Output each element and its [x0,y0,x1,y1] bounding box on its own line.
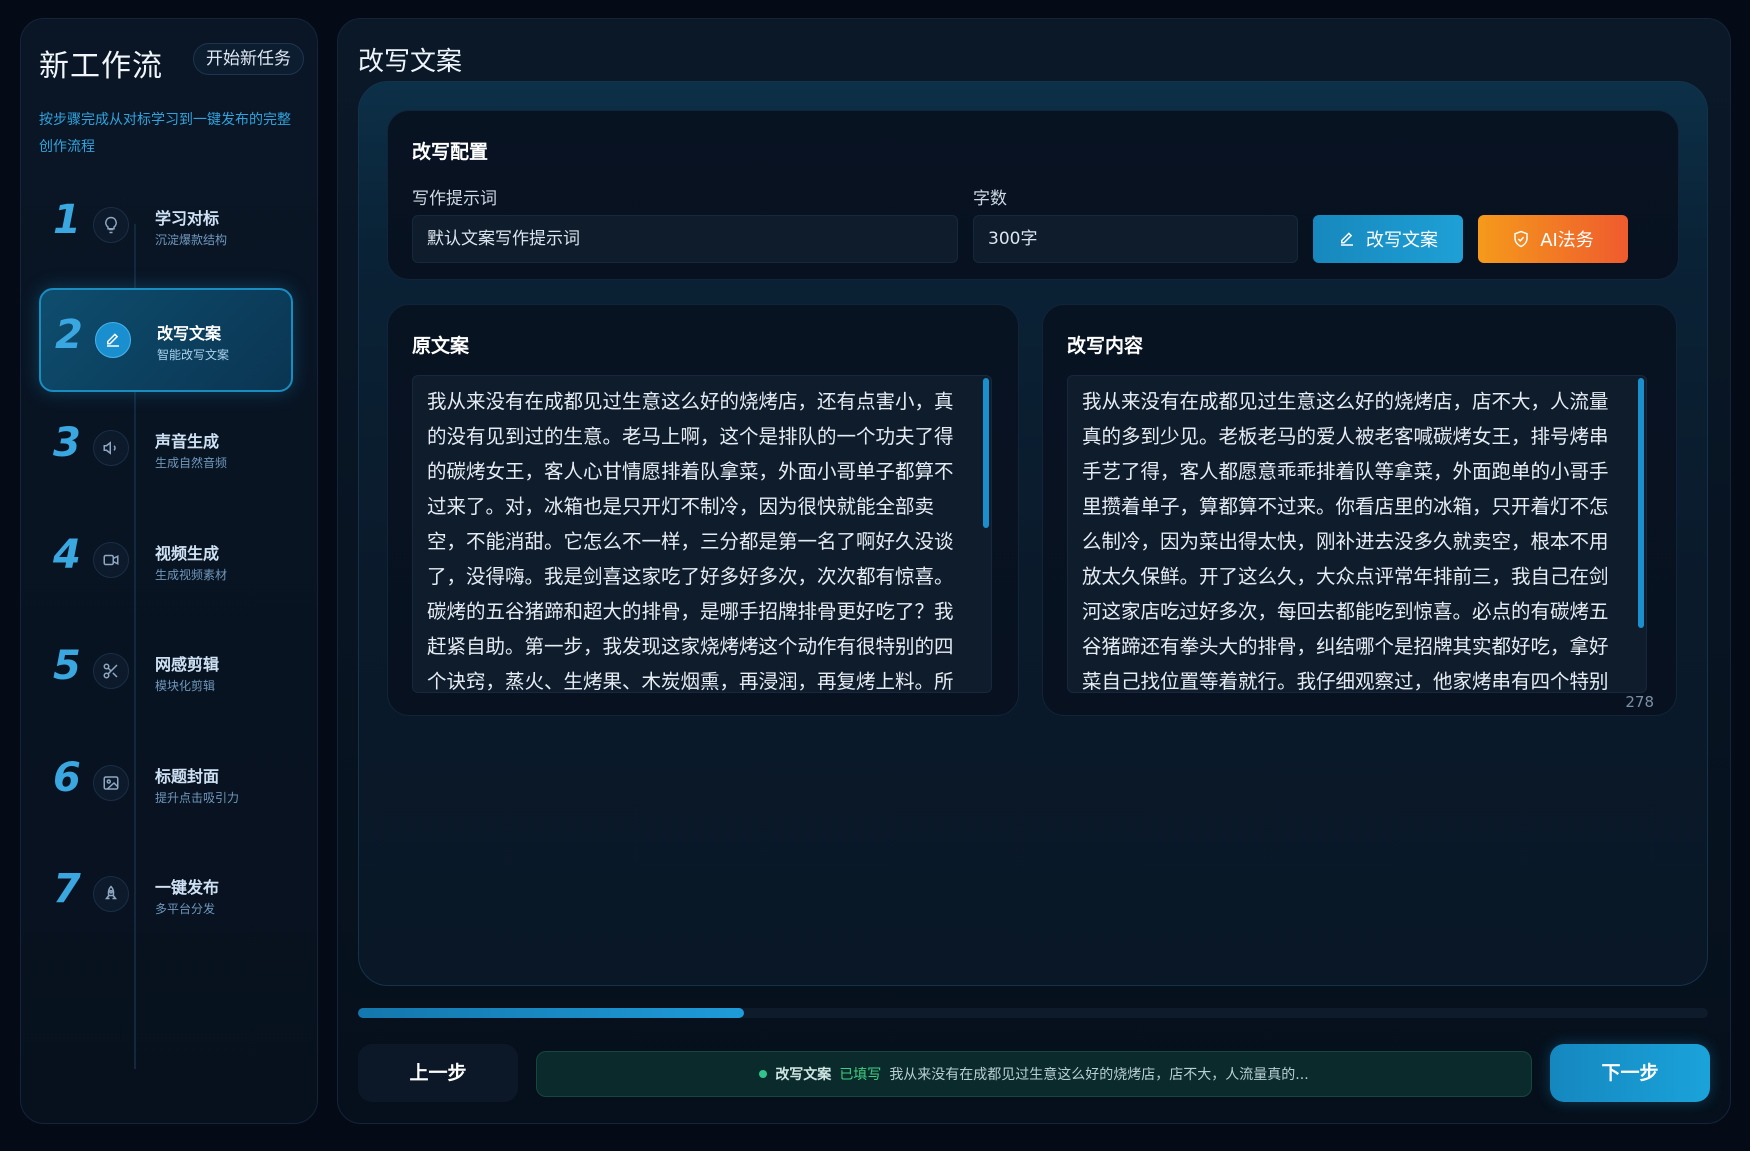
main-content: 改写文案 改写配置 写作提示词 默认文案写作提示词 字数 300字 改写文案 A… [337,18,1731,1124]
status-preview-text: 我从来没有在成都见过生意这么好的烧烤店，店不大，人流量真的... [889,1067,1309,1083]
step-publish[interactable]: 7 一键发布 多平台分发 [39,842,293,946]
new-task-button[interactable]: 开始新任务 [193,43,304,75]
status-state: 已填写 [839,1067,882,1083]
char-count: 278 [1625,693,1654,711]
step-number: 1 [53,197,81,243]
rewritten-textarea[interactable]: 我从来没有在成都见过生意这么好的烧烤店，店不大，人流量真的多到少见。老板老马的爱… [1067,375,1647,693]
step-label: 视频生成 [155,544,220,563]
rewritten-text: 我从来没有在成都见过生意这么好的烧烤店，店不大，人流量真的多到少见。老板老马的爱… [1082,390,1609,693]
step-label: 声音生成 [155,432,220,451]
word-count-input[interactable]: 300字 [973,215,1298,263]
page-title: 改写文案 [358,47,463,77]
status-bar: 改写文案 已填写 我从来没有在成都见过生意这么好的烧烤店，店不大，人流量真的..… [536,1051,1532,1097]
rewritten-title: 改写内容 [1067,335,1144,357]
original-textarea[interactable]: 我从来没有在成都见过生意这么好的烧烤店，还有点害小，真的没有见到过的生意。老马上… [412,375,992,693]
speaker-icon [93,430,129,466]
step-label: 学习对标 [155,209,220,228]
original-text: 我从来没有在成都见过生意这么好的烧烤店，还有点害小，真的没有见到过的生意。老马上… [427,390,954,693]
step-label: 改写文案 [157,324,222,343]
scissors-icon [93,653,129,689]
step-video-generation[interactable]: 4 视频生成 生成视频素材 [39,508,293,612]
step-editing[interactable]: 5 网感剪辑 模块化剪辑 [39,619,293,723]
step-subtitle: 智能改写文案 [157,348,230,362]
rewrite-panel: 改写配置 写作提示词 默认文案写作提示词 字数 300字 改写文案 AI法务 原… [358,81,1708,986]
status-step: 改写文案 [775,1067,832,1083]
scrollbar[interactable] [983,378,989,528]
step-subtitle: 模块化剪辑 [155,679,216,693]
step-label: 网感剪辑 [155,655,220,674]
step-learn-benchmark[interactable]: 1 学习对标 沉淀爆款结构 [39,173,293,277]
step-number: 2 [55,312,83,358]
ai-legal-button[interactable]: AI法务 [1478,215,1628,263]
status-dot-icon [759,1070,768,1078]
step-subtitle: 提升点击吸引力 [155,791,240,805]
sidebar-title: 新工作流 [39,49,163,84]
pen-icon [1338,230,1356,248]
prompt-label: 写作提示词 [412,189,497,209]
pen-icon [95,322,131,358]
rewrite-button[interactable]: 改写文案 [1313,215,1463,263]
rocket-icon [93,876,129,912]
scrollbar[interactable] [1638,378,1644,628]
rewrite-button-label: 改写文案 [1366,230,1438,251]
workflow-sidebar: 新工作流 开始新任务 按步骤完成从对标学习到一键发布的完整创作流程 1 学习对标… [20,18,318,1124]
step-number: 3 [53,420,81,466]
progress-bar [358,1008,1708,1018]
word-count-label: 字数 [973,189,1007,209]
step-title-cover[interactable]: 6 标题封面 提升点击吸引力 [39,731,293,835]
step-rewrite-copy[interactable]: 2 改写文案 智能改写文案 [39,288,293,392]
config-title: 改写配置 [412,141,489,163]
ai-legal-button-label: AI法务 [1540,230,1594,251]
prompt-select[interactable]: 默认文案写作提示词 [412,215,958,263]
step-number: 5 [53,643,81,689]
image-icon [93,765,129,801]
rewrite-config-card: 改写配置 写作提示词 默认文案写作提示词 字数 300字 改写文案 AI法务 [387,110,1679,280]
step-subtitle: 沉淀爆款结构 [155,233,228,247]
step-subtitle: 多平台分发 [155,902,216,916]
lightbulb-icon [93,207,129,243]
step-subtitle: 生成视频素材 [155,568,228,582]
original-copy-card: 原文案 我从来没有在成都见过生意这么好的烧烤店，还有点害小，真的没有见到过的生意… [387,304,1019,716]
step-voice-generation[interactable]: 3 声音生成 生成自然音频 [39,396,293,500]
step-number: 6 [53,755,81,801]
previous-step-button[interactable]: 上一步 [358,1044,518,1102]
progress-fill [358,1008,745,1018]
step-number: 4 [53,532,81,578]
next-step-button[interactable]: 下一步 [1550,1044,1710,1102]
original-title: 原文案 [412,335,470,357]
video-camera-icon [93,542,129,578]
step-label: 标题封面 [155,767,220,786]
step-label: 一键发布 [155,878,220,897]
step-number: 7 [53,866,81,912]
step-subtitle: 生成自然音频 [155,456,228,470]
rewritten-copy-card: 改写内容 我从来没有在成都见过生意这么好的烧烤店，店不大，人流量真的多到少见。老… [1042,304,1677,716]
shield-check-icon [1512,230,1530,248]
sidebar-description: 按步骤完成从对标学习到一键发布的完整创作流程 [39,112,291,155]
